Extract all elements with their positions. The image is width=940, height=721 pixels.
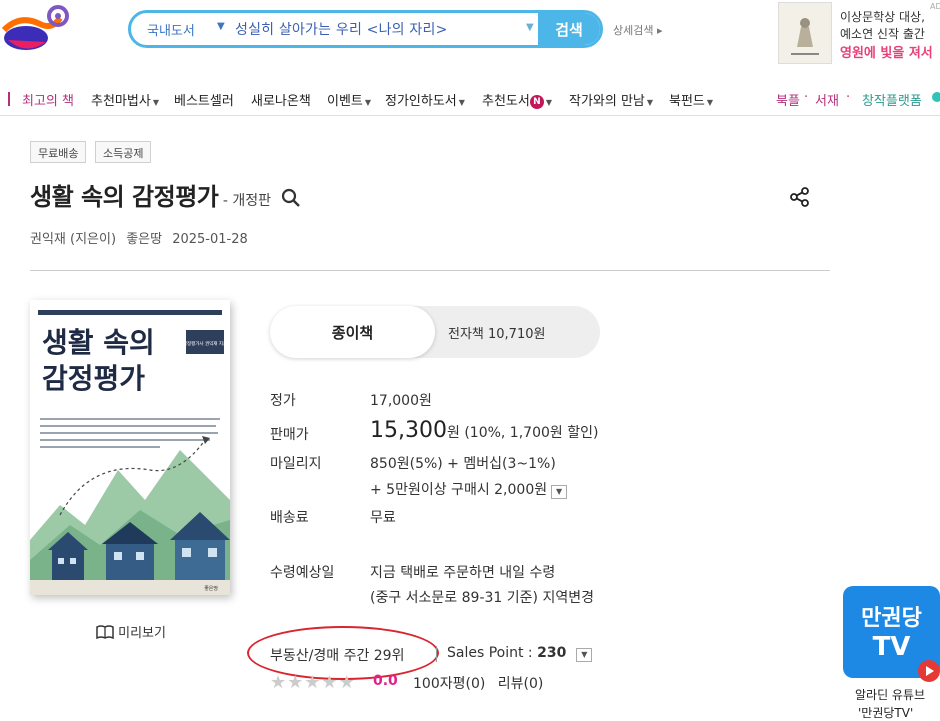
book-title: 생활 속의 감정평가 - 개정판	[30, 177, 301, 214]
aladin-logo[interactable]	[0, 0, 76, 60]
ad-book-thumbnail[interactable]	[778, 2, 832, 64]
search-icon[interactable]	[281, 186, 301, 214]
free-shipping-tag: 무료배송	[30, 141, 87, 163]
tab-paper-book[interactable]: 종이책	[270, 306, 435, 358]
search-bar[interactable]: 국내도서 ▼ 성실히 살아가는 우리 <나의 자리> ▼ 검색	[128, 10, 603, 48]
cover-title-line2: 감정평가	[42, 362, 145, 395]
platform-icon[interactable]	[932, 92, 940, 102]
chevron-down-icon[interactable]: ▼	[217, 21, 225, 32]
edition-label: - 개정판	[222, 193, 271, 209]
new-badge: N	[529, 95, 544, 109]
nav-item-bookfund[interactable]: 북펀드 ▼	[669, 90, 713, 109]
shipping-value: 무료	[370, 510, 396, 526]
mileage-label: 마일리지	[270, 456, 322, 472]
search-category-select[interactable]: 국내도서	[147, 20, 195, 39]
nav-link-library[interactable]: 서재	[815, 90, 839, 109]
book-cover[interactable]: 생활 속의 감정평가 감정평가사 권익재 지음 좋은땅	[30, 300, 230, 595]
tv-caption[interactable]: '만권당TV'	[858, 704, 913, 721]
search-button[interactable]: 검색	[538, 13, 600, 45]
short-review-link[interactable]: 100자평(0)	[413, 676, 485, 692]
delivery-value: 지금 택배로 주문하면 내일 수령	[370, 565, 556, 581]
separator	[436, 646, 437, 662]
share-icon[interactable]	[789, 186, 811, 208]
mileage-value: 850원(5%) + 멤버십(3~1%)	[370, 456, 556, 472]
nav-item-recommend-wizard[interactable]: 추천마법사 ▼	[91, 90, 159, 109]
main-nav: 최고의 책 추천마법사 ▼ 베스트셀러 새로나온책 이벤트 ▼ 정가인하도서 ▼ 추천…	[0, 86, 940, 112]
review-link[interactable]: 리뷰(0)	[498, 676, 544, 692]
chevron-down-icon[interactable]: ▼	[551, 485, 568, 499]
book-meta: 권익재 (지은이) 좋은땅 2025-01-28	[30, 228, 254, 247]
nav-separator: ·	[846, 90, 851, 105]
star-icon: ★	[338, 672, 356, 693]
nav-divider	[0, 115, 940, 116]
review-links: 100자평(0) 리뷰(0)	[413, 673, 543, 693]
nav-item-price-reduced[interactable]: 정가인하도서 ▼	[385, 90, 465, 109]
sales-point: Sales Point : 230 ▼	[447, 645, 593, 662]
search-dropdown-icon[interactable]: ▼	[526, 22, 534, 33]
nav-item-author-meet[interactable]: 작가와의 만남 ▼	[569, 90, 653, 109]
shipping-label: 배송료	[270, 510, 309, 526]
star-rating: ★★★★★	[270, 672, 356, 693]
nav-separator: ·	[804, 90, 809, 105]
sale-price-label: 판매가	[270, 427, 309, 443]
star-icon: ★	[304, 672, 322, 693]
nav-item-recommended[interactable]: 추천도서 N ▼	[482, 90, 552, 109]
chevron-down-icon[interactable]: ▼	[576, 648, 593, 662]
list-price-label: 정가	[270, 393, 296, 409]
star-icon: ★	[321, 672, 339, 693]
play-icon[interactable]	[918, 660, 940, 682]
cover-author-badge: 감정평가사 권익재 지음	[183, 340, 227, 347]
mileage-extra: + 5만원이상 구매시 2,000원 ▼	[370, 479, 568, 499]
cover-publisher-mark: 좋은땅	[204, 585, 218, 592]
ad-text[interactable]: 예소연 신작 출간	[840, 25, 925, 42]
author-link[interactable]: 권익재 (지은이)	[30, 232, 116, 247]
publish-date: 2025-01-28	[172, 232, 248, 247]
section-divider	[30, 270, 830, 271]
delivery-location[interactable]: (중구 서소문로 89-31 기준) 지역변경	[370, 587, 594, 607]
nav-item-new-books[interactable]: 새로나온책	[251, 90, 311, 109]
search-input[interactable]: 성실히 살아가는 우리 <나의 자리>	[235, 19, 448, 39]
list-price-value: 17,000원	[370, 393, 432, 409]
tax-deduction-tag: 소득공제	[95, 141, 152, 163]
nav-item-best-books[interactable]: 최고의 책	[22, 90, 74, 109]
star-icon: ★	[270, 672, 288, 693]
format-toggle: 종이책 전자책 10,710원	[270, 306, 600, 358]
ad-title[interactable]: 영원에 빛을 져서	[840, 42, 933, 61]
cover-title-line1: 생활 속의	[42, 326, 155, 359]
nav-link-bookple[interactable]: 북플	[776, 90, 800, 109]
nav-link-creative-platform[interactable]: 창작플랫폼	[862, 90, 922, 109]
advanced-search-link[interactable]: 상세검색 ▸	[613, 22, 663, 38]
nav-item-bestseller[interactable]: 베스트셀러	[174, 90, 234, 109]
star-icon: ★	[287, 672, 305, 693]
delivery-label: 수령예상일	[270, 565, 335, 581]
publisher-link[interactable]: 좋은땅	[126, 232, 162, 247]
book-open-icon	[96, 625, 114, 643]
preview-button[interactable]: 미리보기	[96, 622, 166, 643]
ad-mark: AD	[930, 2, 940, 11]
rating-score: 0.0	[373, 673, 398, 689]
ad-text[interactable]: 이상문학상 대상,	[840, 8, 925, 25]
tab-ebook[interactable]: 전자책 10,710원	[448, 306, 545, 358]
nav-item-events[interactable]: 이벤트 ▼	[327, 90, 371, 109]
tv-caption[interactable]: 알라딘 유튜브	[855, 686, 925, 703]
sale-price-value: 15,300원 (10%, 1,700원 할인)	[370, 418, 599, 443]
